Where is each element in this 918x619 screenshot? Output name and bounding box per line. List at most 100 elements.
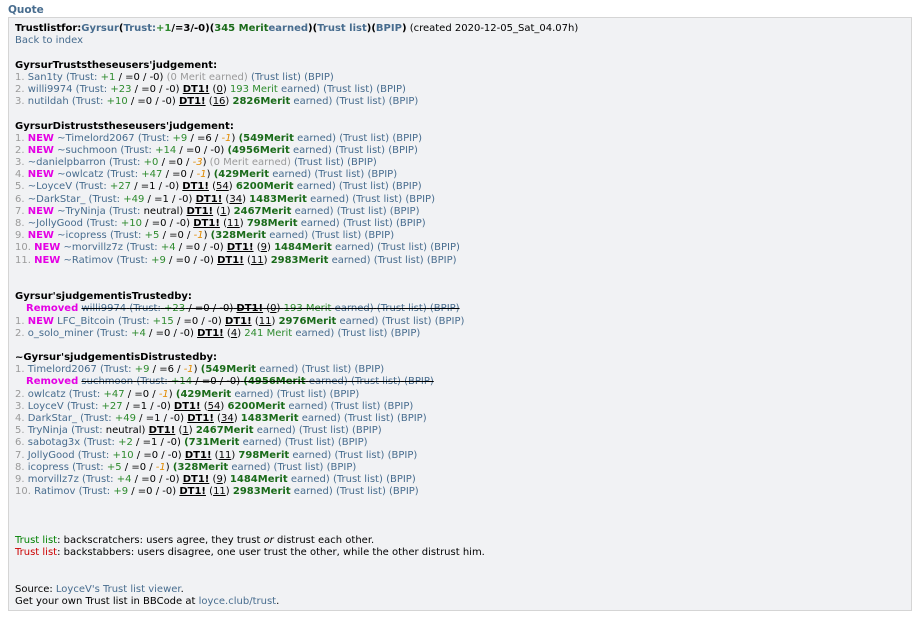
bpip-link[interactable]: (BPIP) <box>390 206 420 217</box>
user-link[interactable]: ~icopress <box>57 230 107 241</box>
bpip-link[interactable]: (BPIP) <box>386 474 416 485</box>
list-item: 9. NEW ~icopress (Trust: +5 / =0 / -1) (… <box>15 230 395 242</box>
trust-list-link[interactable]: (Trust list) <box>277 389 327 400</box>
trust-values: / =0 / <box>165 169 194 181</box>
user-link[interactable]: owlcatz <box>28 389 66 400</box>
loyce-club-link[interactable]: loyce.club/trust <box>199 596 276 607</box>
user-link[interactable]: ~DarkStar_ <box>28 194 86 205</box>
user-link[interactable]: willi9974 <box>28 84 73 95</box>
bpip-link[interactable]: (BPIP) <box>367 169 397 180</box>
bpip-link[interactable]: (BPIP) <box>352 425 382 436</box>
trust-list-link[interactable]: (Trust list) <box>274 462 324 473</box>
trust-list-link[interactable]: (Trust list) <box>339 133 389 144</box>
trust-positive: +10 <box>112 449 134 461</box>
trust-list-link[interactable]: (Trust list) <box>343 218 393 229</box>
trust-list-link[interactable]: (Trust list) <box>301 364 351 375</box>
dt1-badge: DT1! <box>184 449 212 461</box>
user-link[interactable]: sabotag3x <box>28 437 80 448</box>
user-link[interactable]: DarkStar_ <box>28 413 77 424</box>
trust-list-link[interactable]: (Trust list) <box>339 181 389 192</box>
bpip-link[interactable]: (BPIP) <box>435 316 465 327</box>
merit-earned: (4956Merit <box>227 144 290 156</box>
bpip-link[interactable]: (BPIP) <box>388 450 418 461</box>
trust-list-link[interactable]: (Trust list) <box>294 157 344 168</box>
trust-list-link[interactable]: (Trust list) <box>331 401 381 412</box>
bpip-link[interactable]: (BPIP) <box>304 72 334 83</box>
user-link[interactable]: ~Timelord2067 <box>57 133 134 144</box>
trust-list-link[interactable]: (Trust list) <box>344 413 394 424</box>
user-link[interactable]: Gyrsur <box>81 23 119 34</box>
user-link[interactable]: ~danielpbarron <box>28 157 106 168</box>
trust-list-link[interactable]: (Trust list) <box>251 72 301 83</box>
bpip-link[interactable]: (BPIP) <box>392 133 422 144</box>
trust-list-link[interactable]: (Trust list) <box>285 437 335 448</box>
user-link[interactable]: JollyGood <box>28 450 75 461</box>
trust-list-link[interactable]: (Trust list) <box>374 255 424 266</box>
bpip-link[interactable]: (BPIP) <box>388 145 418 156</box>
user-link[interactable]: icopress <box>28 462 69 473</box>
bpip-link[interactable]: (BPIP) <box>430 242 460 253</box>
trust-list-link[interactable]: (Trust list) <box>351 376 401 387</box>
trust-list-link[interactable]: (Trust list) <box>323 84 373 95</box>
user-link[interactable]: Timelord2067 <box>28 364 97 375</box>
trust-negative: -1 <box>193 230 204 242</box>
trust-list-link[interactable]: (Trust list) <box>314 169 364 180</box>
user-link[interactable]: ~owlcatz <box>57 169 103 180</box>
bpip-link[interactable]: (BPIP) <box>392 181 422 192</box>
bpip-link[interactable]: (BPIP) <box>376 84 406 95</box>
trust-list-link[interactable]: (Trust list) <box>352 194 402 205</box>
user-link[interactable]: LoyceV <box>28 401 64 412</box>
header-bpip-link[interactable]: BPIP <box>376 23 402 34</box>
user-link[interactable]: ~JollyGood <box>28 218 83 229</box>
trust-list-link[interactable]: (Trust list) <box>377 303 427 314</box>
user-link[interactable]: ~TryNinja <box>57 206 106 217</box>
user-link[interactable]: ~morvillz7z <box>64 242 123 253</box>
bpip-link[interactable]: (BPIP) <box>338 437 368 448</box>
trust-list-link[interactable]: (Trust list) <box>335 450 385 461</box>
user-link[interactable]: ~suchmoon <box>57 145 117 156</box>
bpip-link[interactable]: (BPIP) <box>391 328 421 339</box>
trust-list-link[interactable]: (Trust list) <box>311 230 361 241</box>
trust-list-link[interactable]: (Trust list) <box>337 206 387 217</box>
bpip-link[interactable]: (BPIP) <box>327 462 357 473</box>
dt1-badge: DT1! <box>186 205 214 217</box>
bpip-link[interactable]: (BPIP) <box>355 364 385 375</box>
bpip-link[interactable]: (BPIP) <box>396 218 426 229</box>
user-link[interactable]: o_solo_miner <box>28 328 93 339</box>
bpip-link[interactable]: (BPIP) <box>389 96 419 107</box>
user-link[interactable]: Ratimov <box>34 486 75 497</box>
bpip-link[interactable]: (BPIP) <box>404 376 434 387</box>
list-item: 10. Ratimov (Trust: +9 / =0 / -0) DT1! (… <box>15 486 419 498</box>
bpip-link[interactable]: (BPIP) <box>389 486 419 497</box>
trust-list-link[interactable]: (Trust list) <box>382 316 432 327</box>
trust-list-link[interactable]: (Trust list) <box>377 242 427 253</box>
back-to-index-link[interactable]: Back to index <box>15 35 83 46</box>
user-link[interactable]: willi9974 <box>81 303 126 314</box>
trust-list-link[interactable]: (Trust list) <box>335 145 385 156</box>
user-link[interactable]: ~Ratimov <box>64 255 114 266</box>
user-link[interactable]: morvillz7z <box>28 474 79 485</box>
trust-list-link[interactable]: (Trust list) <box>338 328 388 339</box>
user-link[interactable]: ~LoyceV <box>28 181 72 192</box>
user-link[interactable]: LFC_Bitcoin <box>57 316 115 327</box>
source-link[interactable]: LoyceV's Trust list viewer <box>56 584 181 595</box>
dt-count: 54 <box>216 181 229 193</box>
bpip-link[interactable]: (BPIP) <box>384 401 414 412</box>
user-link[interactable]: San1ty <box>28 72 63 83</box>
bpip-link[interactable]: (BPIP) <box>330 389 360 400</box>
user-link[interactable]: nutildah <box>28 96 69 107</box>
user-link[interactable]: TryNinja <box>28 425 68 436</box>
bpip-link[interactable]: (BPIP) <box>364 230 394 241</box>
user-link[interactable]: suchmoon <box>81 376 133 387</box>
trust-label: (Trust: <box>137 132 170 144</box>
bpip-link[interactable]: (BPIP) <box>427 255 457 266</box>
header-trust-list-link[interactable]: Trust list <box>317 23 367 34</box>
trust-list-link[interactable]: (Trust list) <box>336 96 386 107</box>
bpip-link[interactable]: (BPIP) <box>430 303 460 314</box>
bpip-link[interactable]: (BPIP) <box>397 413 427 424</box>
trust-list-link[interactable]: (Trust list) <box>336 486 386 497</box>
bpip-link[interactable]: (BPIP) <box>405 194 435 205</box>
trust-list-link[interactable]: (Trust list) <box>333 474 383 485</box>
bpip-link[interactable]: (BPIP) <box>347 157 377 168</box>
trust-list-link[interactable]: (Trust list) <box>299 425 349 436</box>
